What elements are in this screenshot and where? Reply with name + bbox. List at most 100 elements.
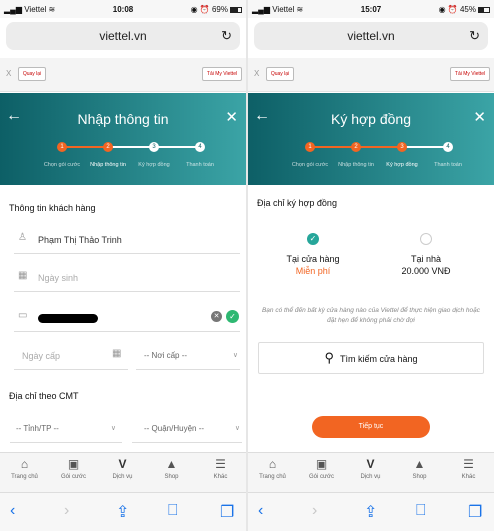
option-home-price: 20.000 VNĐ: [401, 266, 451, 276]
step-4-indicator: 4: [195, 142, 205, 152]
radio-selected-icon: ✓: [307, 233, 319, 245]
step-connector: [108, 146, 154, 148]
download-app-button[interactable]: Tải My Viettel: [450, 67, 490, 81]
store-search-label: Tìm kiếm cửa hàng: [339, 354, 418, 364]
app-banner: X Quay lại Tải My Viettel: [0, 58, 246, 92]
store-search-button[interactable]: ⚲ Tìm kiếm cửa hàng: [258, 342, 484, 374]
close-icon[interactable]: ✕: [225, 108, 238, 126]
nav-more[interactable]: ☰ Khác: [444, 457, 493, 480]
alarm-icon: ◉ ⏰: [438, 5, 458, 14]
browser-forward-icon[interactable]: ›: [64, 502, 69, 520]
address-section-title: Địa chỉ theo CMT: [9, 391, 79, 401]
nav-more[interactable]: ☰ Khác: [196, 457, 245, 480]
phone-screen-left: ▂▄▆ Viettel ≋ 10:08 ◉ ⏰ 69% viettel.vn ↻…: [0, 0, 246, 531]
browser-toolbar: ‹ › ⇪ ⎕ ❐: [248, 492, 494, 531]
nav-shop[interactable]: ▲ Shop: [147, 457, 196, 480]
nav-packages-label: Gói cước: [309, 474, 334, 480]
address-bar[interactable]: viettel.vn ↻: [6, 22, 240, 50]
step-connector: [62, 146, 108, 148]
step-connector: [356, 146, 402, 148]
step-1-indicator: 1: [57, 142, 67, 152]
name-value: Phạm Thị Thảo Trinh: [38, 235, 122, 245]
customer-section-title: Thông tin khách hàng: [9, 203, 96, 213]
status-bar: ▂▄▆ Viettel ≋ 15:07 ◉ ⏰ 45%: [248, 0, 494, 18]
nav-services[interactable]: V Dịch vụ: [98, 457, 147, 480]
battery-icon: [230, 6, 242, 13]
status-bar: ▂▄▆ Viettel ≋ 10:08 ◉ ⏰ 69%: [0, 0, 246, 18]
nav-home[interactable]: ⌂ Trang chủ: [0, 457, 49, 480]
name-field[interactable]: ♙ Phạm Thị Thảo Trinh: [14, 226, 240, 254]
alarm-icon: ◉ ⏰: [190, 5, 210, 14]
dob-placeholder: Ngày sinh: [38, 273, 79, 283]
package-icon: ▣: [67, 457, 80, 471]
step-3-indicator: 3: [397, 142, 407, 152]
reload-icon[interactable]: ↻: [221, 22, 232, 50]
battery-icon: [478, 6, 490, 13]
banner-back-button[interactable]: Quay lại: [18, 67, 46, 81]
issue-date-field[interactable]: Ngày cấp ▦: [14, 342, 128, 370]
dob-field[interactable]: ▦ Ngày sinh: [14, 264, 240, 292]
close-icon[interactable]: ✕: [473, 108, 486, 126]
banner-close-button[interactable]: X: [254, 69, 259, 78]
share-icon[interactable]: ⇪: [364, 502, 377, 522]
person-icon: ♙: [18, 232, 27, 243]
option-store-price: Miễn phí: [295, 266, 331, 276]
nav-services-label: Dịch vụ: [112, 474, 133, 480]
nav-shop-label: Shop: [164, 474, 179, 480]
clear-icon[interactable]: ✕: [211, 311, 222, 322]
radio-unselected-icon: [420, 233, 432, 245]
nav-more-label: Khác: [213, 474, 228, 480]
option-store[interactable]: ✓ Tại cửa hàng Miễn phí: [262, 230, 364, 280]
continue-button[interactable]: Tiếp tục: [312, 416, 430, 438]
tabs-icon[interactable]: ❐: [468, 502, 482, 522]
bookmarks-icon[interactable]: ⎕: [168, 502, 178, 520]
province-value: -- Tỉnh/TP --: [16, 424, 59, 433]
district-select[interactable]: -- Quận/Huyện -- ∨: [132, 415, 242, 443]
tabs-icon[interactable]: ❐: [220, 502, 234, 522]
banner-close-button[interactable]: X: [6, 69, 11, 78]
browser-back-icon[interactable]: ‹: [10, 502, 15, 520]
battery-percent: 69%: [211, 5, 228, 14]
nav-shop-label: Shop: [412, 474, 427, 480]
battery-percent: 45%: [459, 5, 476, 14]
check-icon: ✓: [226, 310, 239, 323]
id-number-field[interactable]: ▭ ✕ ✓: [14, 304, 240, 332]
bookmarks-icon[interactable]: ⎕: [416, 502, 426, 520]
chevron-down-icon: ∨: [234, 425, 240, 432]
issue-place-select[interactable]: -- Nơi cấp -- ∨: [136, 342, 240, 370]
nav-packages-label: Gói cước: [61, 474, 86, 480]
banner-back-button[interactable]: Quay lại: [266, 67, 294, 81]
services-icon: V: [118, 457, 127, 471]
nav-services[interactable]: V Dịch vụ: [346, 457, 395, 480]
nav-shop[interactable]: ▲ Shop: [395, 457, 444, 480]
store-note: Bạn có thể đến bất kỳ cửa hàng nào của V…: [261, 307, 481, 324]
reload-icon[interactable]: ↻: [469, 22, 480, 50]
services-icon: V: [366, 457, 375, 471]
shop-icon: ▲: [413, 457, 426, 471]
step-2-indicator: 2: [351, 142, 361, 152]
home-icon: ⌂: [20, 457, 29, 471]
step-4-label: Thanh toán: [186, 162, 214, 168]
province-select[interactable]: -- Tỉnh/TP -- ∨: [10, 415, 122, 443]
nav-home-label: Trang chủ: [11, 474, 38, 480]
option-home[interactable]: Tại nhà 20.000 VNĐ: [376, 230, 476, 280]
issue-place-value: -- Nơi cấp --: [144, 351, 188, 360]
nav-more-label: Khác: [461, 474, 476, 480]
download-app-button[interactable]: Tải My Viettel: [202, 67, 242, 81]
browser-forward-icon[interactable]: ›: [312, 502, 317, 520]
step-connector: [310, 146, 356, 148]
contract-address-title: Địa chỉ ký hợp đồng: [257, 198, 337, 208]
browser-back-icon[interactable]: ‹: [258, 502, 263, 520]
share-icon[interactable]: ⇪: [116, 502, 129, 522]
step-connector: [154, 146, 200, 148]
district-value: -- Quận/Huyện --: [144, 424, 205, 433]
url-text: viettel.vn: [347, 29, 395, 43]
step-4-indicator: 4: [443, 142, 453, 152]
nav-packages[interactable]: ▣ Gói cước: [297, 457, 346, 480]
address-bar[interactable]: viettel.vn ↻: [254, 22, 488, 50]
step-1-indicator: 1: [305, 142, 315, 152]
bottom-nav: ⌂ Trang chủ ▣ Gói cước V Dịch vụ ▲ Shop ☰ Khá…: [0, 452, 246, 492]
nav-home[interactable]: ⌂ Trang chủ: [248, 457, 297, 480]
step-4-label: Thanh toán: [434, 162, 462, 168]
nav-packages[interactable]: ▣ Gói cước: [49, 457, 98, 480]
